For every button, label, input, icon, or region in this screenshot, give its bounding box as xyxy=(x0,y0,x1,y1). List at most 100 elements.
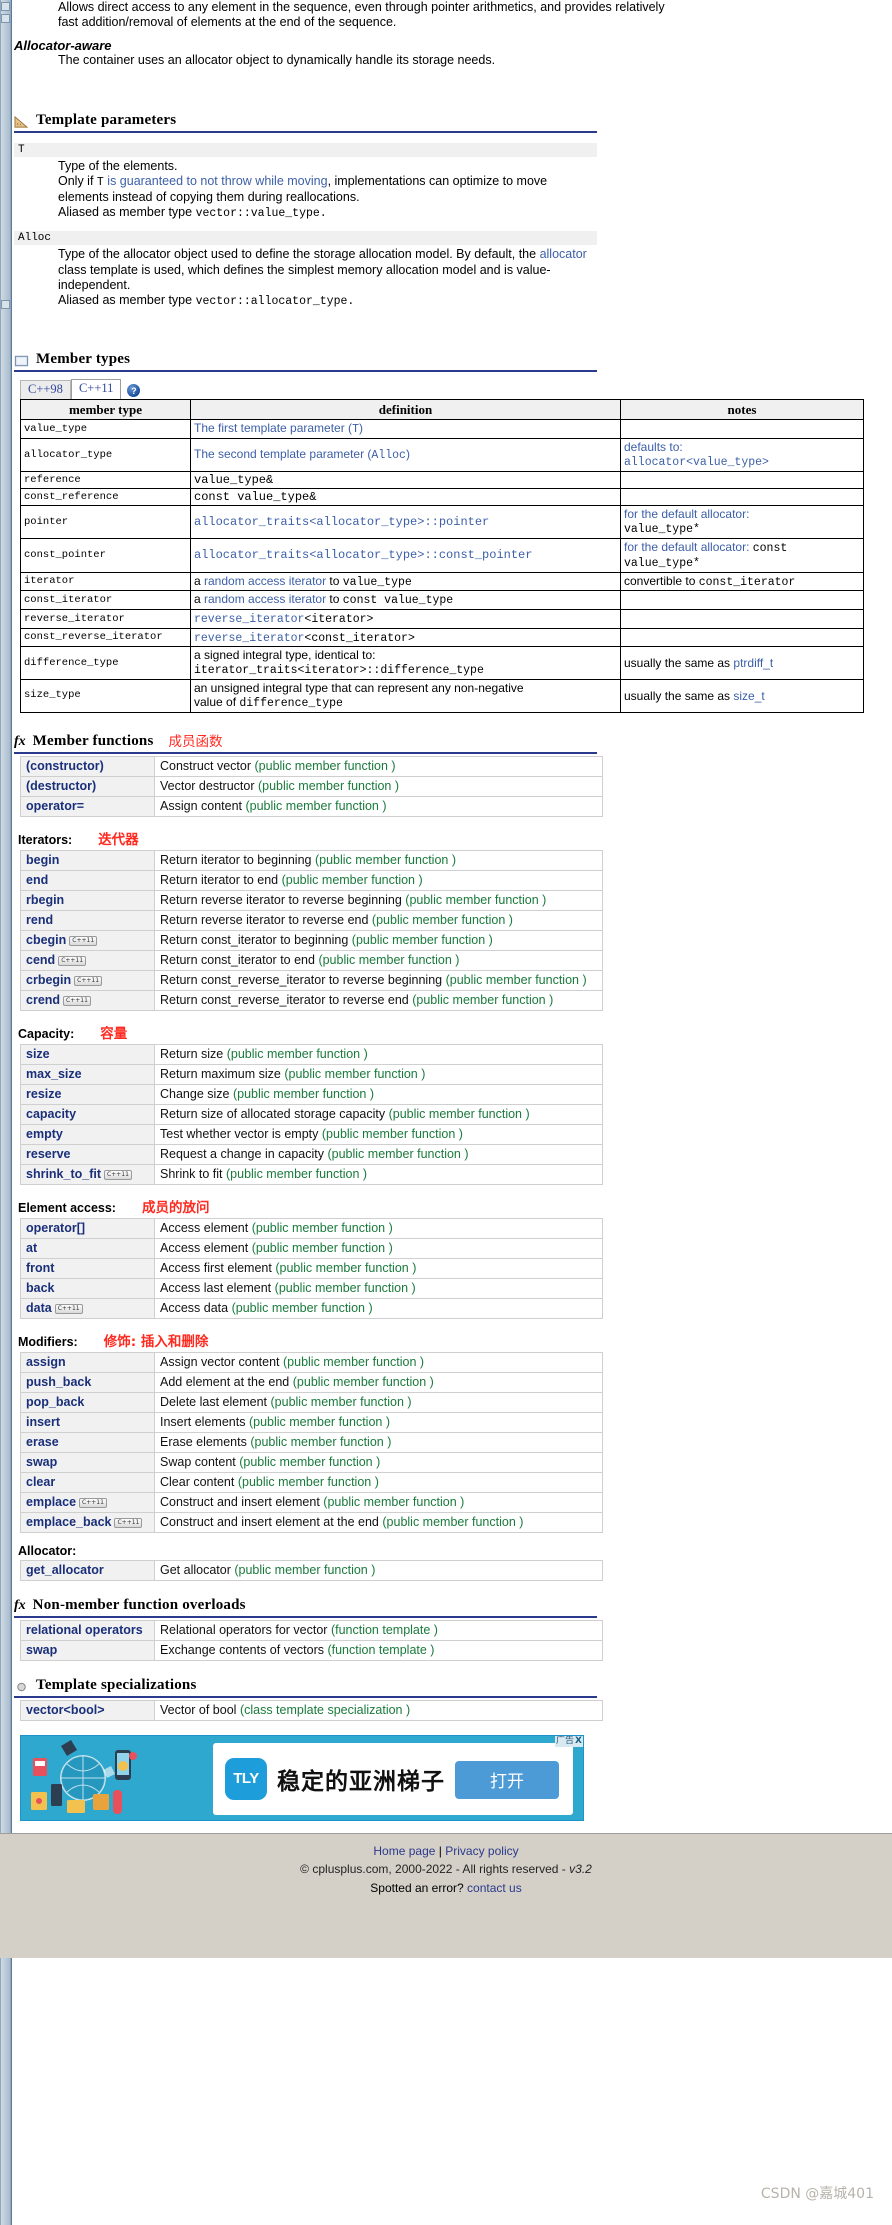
fn-label: max_size xyxy=(26,1066,82,1081)
fn-constructor[interactable]: (constructor) xyxy=(20,755,155,777)
fn-desc: Return reverse iterator to reverse end (… xyxy=(154,909,603,931)
fn-desc: Construct and insert element (public mem… xyxy=(154,1491,603,1513)
fn-front[interactable]: front xyxy=(20,1257,155,1279)
param-Alloc-l1-link[interactable]: allocator xyxy=(540,247,587,261)
gutter-button-second[interactable] xyxy=(1,14,10,23)
fn-emplace_back[interactable]: emplace_back C++11 xyxy=(20,1511,155,1533)
group-title-1: Capacity: 容量 xyxy=(18,1022,878,1042)
fn-vector-bool[interactable]: vector<bool> xyxy=(20,1699,155,1721)
fn-reserve[interactable]: reserve xyxy=(20,1143,155,1165)
ad-label-group[interactable]: 广告 X xyxy=(555,1735,583,1747)
template-parameters-header: Template parameters xyxy=(14,112,597,133)
fn-empty[interactable]: empty xyxy=(20,1123,155,1145)
param-T-l2-pre: Only if xyxy=(58,174,97,188)
fn-size[interactable]: size xyxy=(20,1043,155,1065)
fn-kind-text: (public member function ) xyxy=(237,1474,379,1489)
fn-swap-nonmember[interactable]: swap xyxy=(20,1639,155,1661)
table-row: operator[] Access element (public member … xyxy=(20,1217,603,1239)
fn-label: begin xyxy=(26,852,60,867)
fn-desc-text: Request a change in capacity xyxy=(160,1146,324,1161)
fn-operator[interactable]: operator[] xyxy=(20,1217,155,1239)
fn-resize[interactable]: resize xyxy=(20,1083,155,1105)
tab-cpp98[interactable]: C++98 xyxy=(20,380,71,400)
fn-label: data xyxy=(26,1300,52,1315)
fn-kind-text: (public member function ) xyxy=(445,972,587,987)
footer-home-page-link[interactable]: Home page xyxy=(373,1844,435,1858)
fn-desc: Change size (public member function ) xyxy=(154,1083,603,1105)
fn-end[interactable]: end xyxy=(20,869,155,891)
fn-relational-operators-desc: Relational operators for vector (functio… xyxy=(154,1619,603,1641)
table-row: pointer allocator_traits<allocator_type>… xyxy=(20,504,864,539)
fn-data[interactable]: data C++11 xyxy=(20,1297,155,1319)
ad-close-icon[interactable]: X xyxy=(575,1736,582,1747)
footer-spotted-text: Spotted an error? xyxy=(370,1880,468,1895)
fn-desc: Construct and insert element at the end … xyxy=(154,1511,603,1533)
fn-cbegin[interactable]: cbegin C++11 xyxy=(20,929,155,951)
fn-swap[interactable]: swap xyxy=(20,1451,155,1473)
member-types-title: Member types xyxy=(36,351,131,368)
fn-rend[interactable]: rend xyxy=(20,909,155,931)
fn-clear[interactable]: clear xyxy=(20,1471,155,1493)
fn-back[interactable]: back xyxy=(20,1277,155,1299)
fn-relational-operators[interactable]: relational operators xyxy=(20,1619,155,1641)
mt-def-11: an unsigned integral type that can repre… xyxy=(190,678,621,713)
mt-type-11: size_type xyxy=(20,678,191,713)
footer-contact-us-link[interactable]: contact us xyxy=(467,1881,522,1895)
fn-capacity[interactable]: capacity xyxy=(20,1103,155,1125)
fn-desc-text: Delete last element xyxy=(160,1394,268,1409)
fn-insert[interactable]: insert xyxy=(20,1411,155,1433)
fn-cend[interactable]: cend C++11 xyxy=(20,949,155,971)
mt-def-5[interactable]: allocator_traits<allocator_type>::const_… xyxy=(190,537,621,573)
fn-crbegin[interactable]: crbegin C++11 xyxy=(20,969,155,991)
fn-crend[interactable]: crend C++11 xyxy=(20,989,155,1011)
footer-privacy-policy-link[interactable]: Privacy policy xyxy=(445,1844,518,1858)
mt-notes-10: usually the same as ptrdiff_t xyxy=(620,646,864,680)
fn-kind-text: (public member function ) xyxy=(251,1220,393,1235)
fn-operator-assign[interactable]: operator= xyxy=(20,795,155,817)
fn-at[interactable]: at xyxy=(20,1237,155,1259)
fn-desc-text: Clear content xyxy=(160,1474,235,1489)
advertisement-banner[interactable]: TLY 稳定的亚洲梯子 打开 广告 X xyxy=(20,1734,584,1821)
fn-desc-text: Access data xyxy=(160,1300,229,1315)
mt-def-9[interactable]: reverse_iterator<const_iterator> xyxy=(190,627,621,648)
help-icon[interactable]: ? xyxy=(127,384,141,398)
group-title-label: Allocator: xyxy=(18,1543,77,1558)
param-Alloc-l1-post: class template is used, which defines th… xyxy=(58,262,551,292)
fn-begin[interactable]: begin xyxy=(20,849,155,871)
gutter-button-third[interactable] xyxy=(1,300,10,309)
fn-pop_back[interactable]: pop_back xyxy=(20,1391,155,1413)
group-title-0: Iterators: 迭代器 xyxy=(18,828,878,848)
mt-def-10: a signed integral type, identical to: ite… xyxy=(190,646,621,680)
footer-copyright-text: © cplusplus.com, 2000-2022 - All rights … xyxy=(300,1862,570,1877)
fn-shrink_to_fit[interactable]: shrink_to_fit C++11 xyxy=(20,1163,155,1185)
ad-card[interactable]: TLY 稳定的亚洲梯子 打开 xyxy=(213,1742,573,1815)
fn-label: assign xyxy=(26,1354,66,1369)
fn-desc: Return size (public member function ) xyxy=(154,1043,603,1065)
tab-cpp11[interactable]: C++11 xyxy=(70,379,122,400)
fn-push_back[interactable]: push_back xyxy=(20,1371,155,1393)
param-T-l2-link[interactable]: is guaranteed to not throw while moving xyxy=(104,174,327,188)
group-title-label: Modifiers: xyxy=(18,1334,78,1349)
mt-def-3: const value_type& xyxy=(190,487,621,506)
param-Alloc-l1-pre: Type of the allocator object used to def… xyxy=(58,247,540,262)
mt-notes-11: usually the same as size_t xyxy=(620,678,864,713)
fn-desc-text: Get allocator xyxy=(160,1562,231,1577)
table-row: shrink_to_fit C++11 Shrink to fit (public … xyxy=(20,1163,603,1185)
fn-assign[interactable]: assign xyxy=(20,1351,155,1373)
fn-kind-text: (public member function ) xyxy=(284,1066,426,1081)
template-specializations-table: vector<bool> Vector of bool (class templ… xyxy=(20,1699,603,1721)
fn-erase[interactable]: erase xyxy=(20,1431,155,1453)
fn-vector-bool-desc: Vector of bool (class template specializ… xyxy=(154,1699,603,1721)
gutter-button-top[interactable] xyxy=(1,2,10,11)
fn-rbegin[interactable]: rbegin xyxy=(20,889,155,911)
mt-def-4[interactable]: allocator_traits<allocator_type>::pointe… xyxy=(190,504,621,539)
fn-destructor[interactable]: (destructor) xyxy=(20,775,155,797)
ad-open-button[interactable]: 打开 xyxy=(455,1760,559,1799)
table-row: at Access element (public member function… xyxy=(20,1237,603,1259)
fn-emplace[interactable]: emplace C++11 xyxy=(20,1491,155,1513)
fn-kind-text: (public member function ) xyxy=(234,1562,376,1577)
mt-def-8[interactable]: reverse_iterator<iterator> xyxy=(190,608,621,629)
fn-get_allocator[interactable]: get_allocator xyxy=(20,1559,155,1581)
fn-max_size[interactable]: max_size xyxy=(20,1063,155,1085)
fn-label: rend xyxy=(26,912,54,927)
